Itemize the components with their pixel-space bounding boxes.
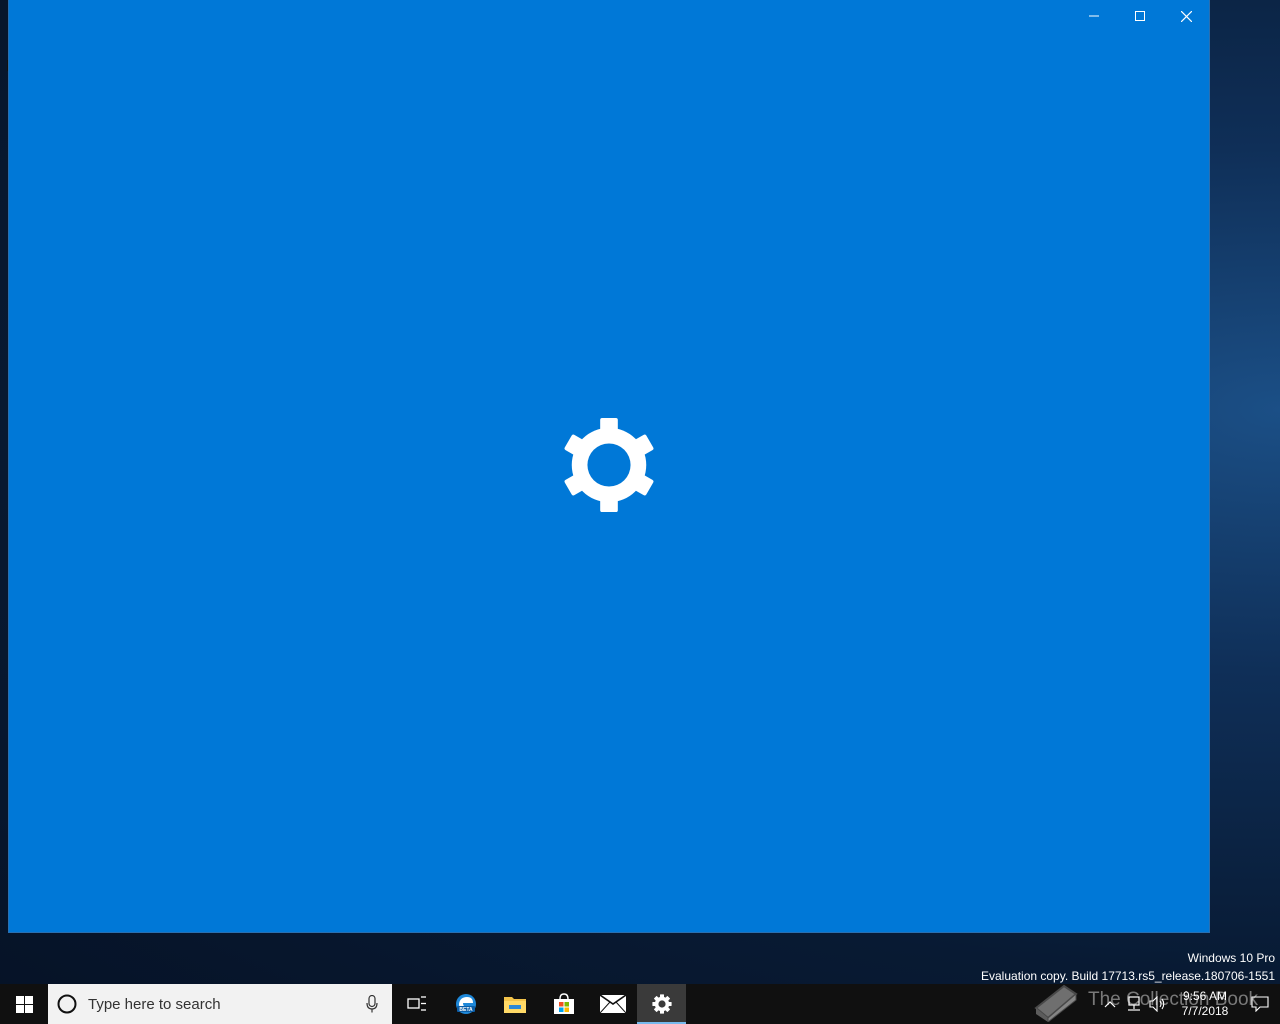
settings-window — [9, 0, 1209, 932]
minimize-button[interactable] — [1071, 0, 1117, 32]
gear-icon — [564, 417, 654, 513]
maximize-button[interactable] — [1117, 0, 1163, 32]
network-button[interactable] — [1122, 984, 1146, 1024]
svg-text:BETA: BETA — [459, 1007, 473, 1013]
task-view-button[interactable] — [392, 984, 441, 1024]
taskbar: Type here to search BETA — [0, 984, 1280, 1024]
volume-icon — [1149, 996, 1165, 1012]
minimize-icon — [1089, 15, 1099, 17]
settings-gear-icon — [651, 994, 672, 1014]
window-controls — [1071, 0, 1209, 32]
edge-beta-button[interactable]: BETA — [441, 984, 490, 1024]
store-button[interactable] — [539, 984, 588, 1024]
network-icon — [1128, 996, 1140, 1011]
system-tray: 9:56 AM 7/7/2018 — [1098, 984, 1280, 1024]
clock-time: 9:56 AM — [1182, 989, 1228, 1003]
volume-button[interactable] — [1146, 984, 1170, 1024]
mail-icon — [599, 995, 626, 1013]
close-icon — [1180, 10, 1192, 22]
file-explorer-button[interactable] — [490, 984, 539, 1024]
start-button[interactable] — [0, 984, 48, 1024]
windows-evaluation-watermark: Windows 10 Pro Evaluation copy. Build 17… — [981, 949, 1275, 985]
edge-beta-icon: BETA — [455, 994, 476, 1014]
action-center-button[interactable] — [1240, 984, 1280, 1024]
search-placeholder: Type here to search — [88, 995, 221, 1013]
mail-button[interactable] — [588, 984, 637, 1024]
maximize-icon — [1135, 11, 1145, 21]
taskbar-search-box[interactable]: Type here to search — [48, 984, 392, 1024]
store-icon — [553, 993, 574, 1014]
task-view-icon — [406, 996, 426, 1011]
cortana-icon — [57, 994, 77, 1014]
show-hidden-icons-button[interactable] — [1098, 984, 1122, 1024]
chevron-up-icon — [1104, 1001, 1116, 1008]
windows-logo-icon — [15, 995, 33, 1013]
microphone-icon[interactable] — [366, 995, 378, 1013]
file-explorer-icon — [503, 997, 526, 1013]
clock-date: 7/7/2018 — [1181, 1004, 1229, 1018]
notification-icon — [1251, 996, 1269, 1012]
watermark-build: Evaluation copy. Build 17713.rs5_release… — [981, 969, 1275, 983]
clock[interactable]: 9:56 AM 7/7/2018 — [1170, 989, 1240, 1019]
watermark-edition: Windows 10 Pro — [1187, 951, 1275, 965]
settings-taskbar-button[interactable] — [637, 984, 686, 1024]
close-button[interactable] — [1163, 0, 1209, 32]
